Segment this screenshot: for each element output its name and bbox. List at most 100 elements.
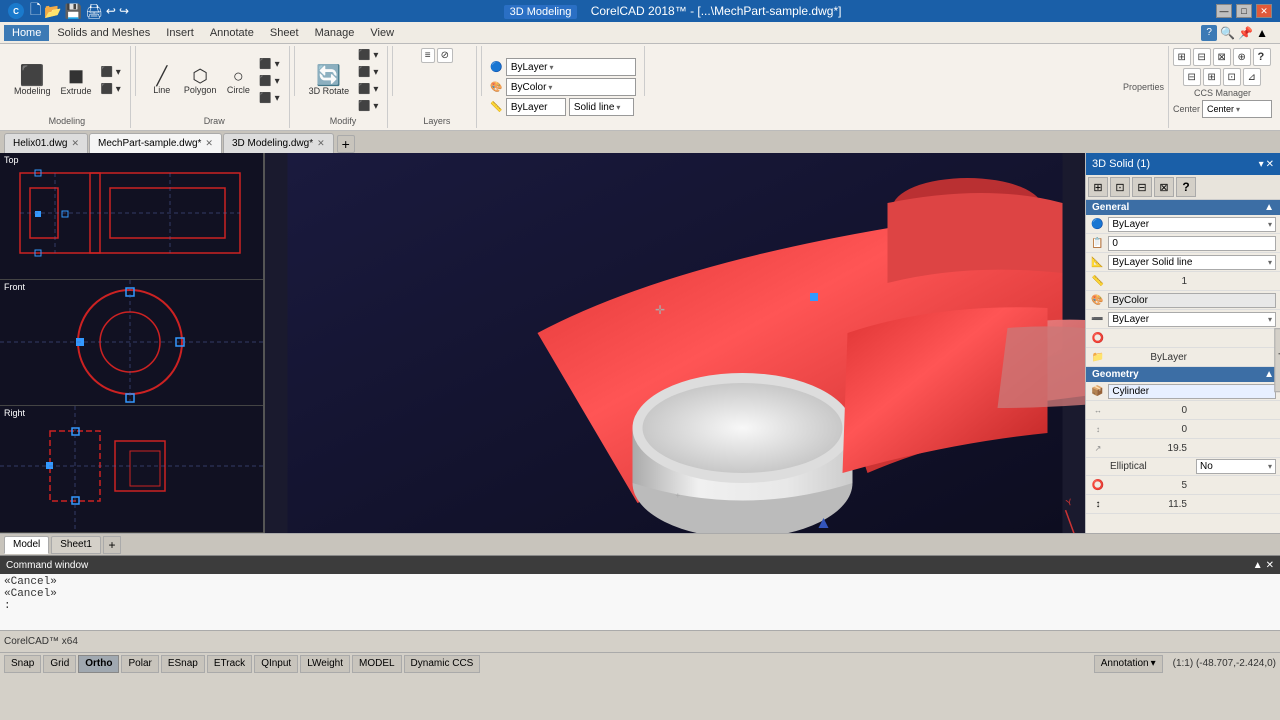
etrack-btn[interactable]: ETrack — [207, 655, 252, 673]
height-value: 11.5 — [1110, 498, 1190, 511]
lweight-btn[interactable]: LWeight — [300, 655, 350, 673]
search-button[interactable]: 🔍 — [1220, 26, 1235, 40]
draw-more3[interactable]: ⬛ ▾ — [256, 91, 282, 106]
menu-sheet[interactable]: Sheet — [262, 25, 307, 41]
extrude-dropdown[interactable]: ⬛ ▾ — [98, 65, 124, 80]
modeling-button[interactable]: ⬛ Modeling — [10, 64, 55, 98]
esnap-btn[interactable]: ESnap — [161, 655, 205, 673]
layer-off-btn[interactable]: ⊘ — [437, 48, 453, 63]
prop-tool-1[interactable]: ⊞ — [1088, 177, 1108, 197]
command-expand-btn[interactable]: ▲ — [1253, 560, 1263, 571]
elliptical-value[interactable]: No ▾ — [1196, 459, 1276, 474]
modeling-label: Modeling — [14, 86, 51, 96]
maximize-button[interactable]: □ — [1236, 4, 1252, 18]
annotation-dropdown-btn[interactable]: Annotation ▾ — [1094, 655, 1163, 673]
center-viewport[interactable]: + X Y Z ✛ — [265, 153, 1085, 533]
ccs-icon5[interactable]: ⊟ — [1183, 68, 1201, 86]
bycolor-prop-value[interactable]: ByColor — [1108, 293, 1276, 308]
close-button[interactable]: ✕ — [1256, 4, 1272, 18]
geom-type-value[interactable]: Cylinder — [1108, 384, 1276, 399]
prop-tool-3[interactable]: ⊟ — [1132, 177, 1152, 197]
bylayer-prop-value[interactable]: ByLayer ▾ — [1108, 312, 1276, 327]
menu-manage[interactable]: Manage — [307, 25, 363, 41]
ccs-coord-dropdown[interactable]: Center▾ — [1202, 100, 1272, 118]
rotate3d-button[interactable]: 🔄 3D Rotate — [305, 64, 354, 98]
dynamic-ccs-btn[interactable]: Dynamic CCS — [404, 655, 481, 673]
color-dropdown[interactable]: ByColor ▾ — [506, 78, 636, 96]
minimize-button[interactable]: — — [1216, 4, 1232, 18]
prop-tool-5[interactable]: ? — [1176, 177, 1196, 197]
qa-new[interactable]: 🗋 — [30, 0, 41, 23]
geometry-section[interactable]: Geometry ▲ — [1086, 367, 1280, 382]
linetype-prop-icon: 📐 — [1090, 254, 1104, 270]
modify-more1[interactable]: ⬛ ▾ — [355, 48, 381, 63]
polar-btn[interactable]: Polar — [121, 655, 158, 673]
layer-dropdown-main[interactable]: ByLayer ▾ — [506, 58, 636, 76]
expand-ribbon-btn[interactable]: ▲ — [1256, 26, 1268, 40]
extrude-button[interactable]: ◼ Extrude — [57, 64, 96, 98]
layer-mgr-btn[interactable]: ≡ — [421, 48, 435, 63]
app-title-dropdown[interactable]: 3D Modeling — [504, 5, 578, 19]
ccs-icon2[interactable]: ⊟ — [1193, 48, 1211, 66]
draw-more1[interactable]: ⬛ ▾ — [256, 57, 282, 72]
help-button[interactable]: ? — [1201, 25, 1217, 41]
linetype-dropdown[interactable]: ByLayer — [506, 98, 566, 116]
linestyle-dropdown[interactable]: Solid line ▾ — [569, 98, 634, 116]
menu-solids[interactable]: Solids and Meshes — [49, 25, 158, 41]
ccs-icon1[interactable]: ⊞ — [1173, 48, 1191, 66]
draw-more2[interactable]: ⬛ ▾ — [256, 74, 282, 89]
ccs-icon8[interactable]: ⊿ — [1243, 68, 1261, 86]
linetype-prop-value[interactable]: ByLayer Solid line ▾ — [1108, 255, 1276, 270]
doc-tab-helix[interactable]: Helix01.dwg ✕ — [4, 133, 88, 153]
model-btn[interactable]: MODEL — [352, 655, 402, 673]
qa-print[interactable]: 🖨 — [85, 3, 103, 20]
ccs-help-btn[interactable]: ? — [1253, 48, 1271, 66]
color-prop-value[interactable]: 0 — [1108, 236, 1276, 251]
circle-button[interactable]: ○ Circle — [222, 65, 254, 97]
viewport-top[interactable]: Top — [0, 153, 263, 280]
add-doc-tab[interactable]: + — [337, 135, 355, 153]
menu-annotate[interactable]: Annotate — [202, 25, 262, 41]
ortho-btn[interactable]: Ortho — [78, 655, 119, 673]
ccs-icon3[interactable]: ⊠ — [1213, 48, 1231, 66]
doc-tab-mechpart[interactable]: MechPart-sample.dwg* ✕ — [89, 133, 222, 153]
close-mechpart-tab[interactable]: ✕ — [205, 138, 213, 149]
menu-view[interactable]: View — [362, 25, 402, 41]
modeling-dropdown[interactable]: ⬛ ▾ — [98, 82, 124, 97]
modify-more4[interactable]: ⬛ ▾ — [355, 99, 381, 114]
properties-header-controls: ▾ ✕ — [1259, 159, 1274, 170]
polygon-button[interactable]: ⬡ Polygon — [180, 65, 221, 97]
qa-undo[interactable]: ↩ — [106, 4, 116, 18]
properties-close-btn[interactable]: ▾ — [1259, 159, 1264, 170]
qa-save[interactable]: 💾 — [65, 3, 82, 20]
ccs-icon4[interactable]: ⊕ — [1233, 48, 1251, 66]
prop-tool-2[interactable]: ⊡ — [1110, 177, 1130, 197]
layer-prop-value[interactable]: ByLayer ▾ — [1108, 217, 1276, 232]
add-model-tab[interactable]: + — [103, 536, 121, 554]
qinput-btn[interactable]: QInput — [254, 655, 298, 673]
ccs-icon7[interactable]: ⊡ — [1223, 68, 1241, 86]
pin-button[interactable]: 📌 — [1238, 26, 1253, 40]
menu-insert[interactable]: Insert — [158, 25, 202, 41]
line-button[interactable]: ╱ Line — [146, 65, 178, 97]
viewport-right[interactable]: Right — [0, 406, 263, 533]
command-close-btn[interactable]: ✕ — [1266, 560, 1274, 571]
properties-side-tab[interactable]: Properties — [1275, 328, 1280, 392]
properties-close-x[interactable]: ✕ — [1266, 159, 1274, 170]
doc-tab-3dmodeling[interactable]: 3D Modeling.dwg* ✕ — [223, 133, 334, 153]
prop-tool-4[interactable]: ⊠ — [1154, 177, 1174, 197]
menu-home[interactable]: Home — [4, 25, 49, 41]
modify-more3[interactable]: ⬛ ▾ — [355, 82, 381, 97]
modify-more2[interactable]: ⬛ ▾ — [355, 65, 381, 80]
snap-btn[interactable]: Snap — [4, 655, 41, 673]
qa-open[interactable]: 📂 — [44, 3, 61, 20]
viewport-front[interactable]: Front — [0, 280, 263, 407]
ccs-icon6[interactable]: ⊞ — [1203, 68, 1221, 86]
qa-redo[interactable]: ↪ — [119, 4, 129, 18]
close-helix-tab[interactable]: ✕ — [71, 138, 79, 149]
grid-btn[interactable]: Grid — [43, 655, 76, 673]
close-3dmodeling-tab[interactable]: ✕ — [317, 138, 325, 149]
model-tab-sheet1[interactable]: Sheet1 — [51, 536, 101, 554]
general-section[interactable]: General ▲ — [1086, 200, 1280, 215]
model-tab-model[interactable]: Model — [4, 536, 49, 554]
